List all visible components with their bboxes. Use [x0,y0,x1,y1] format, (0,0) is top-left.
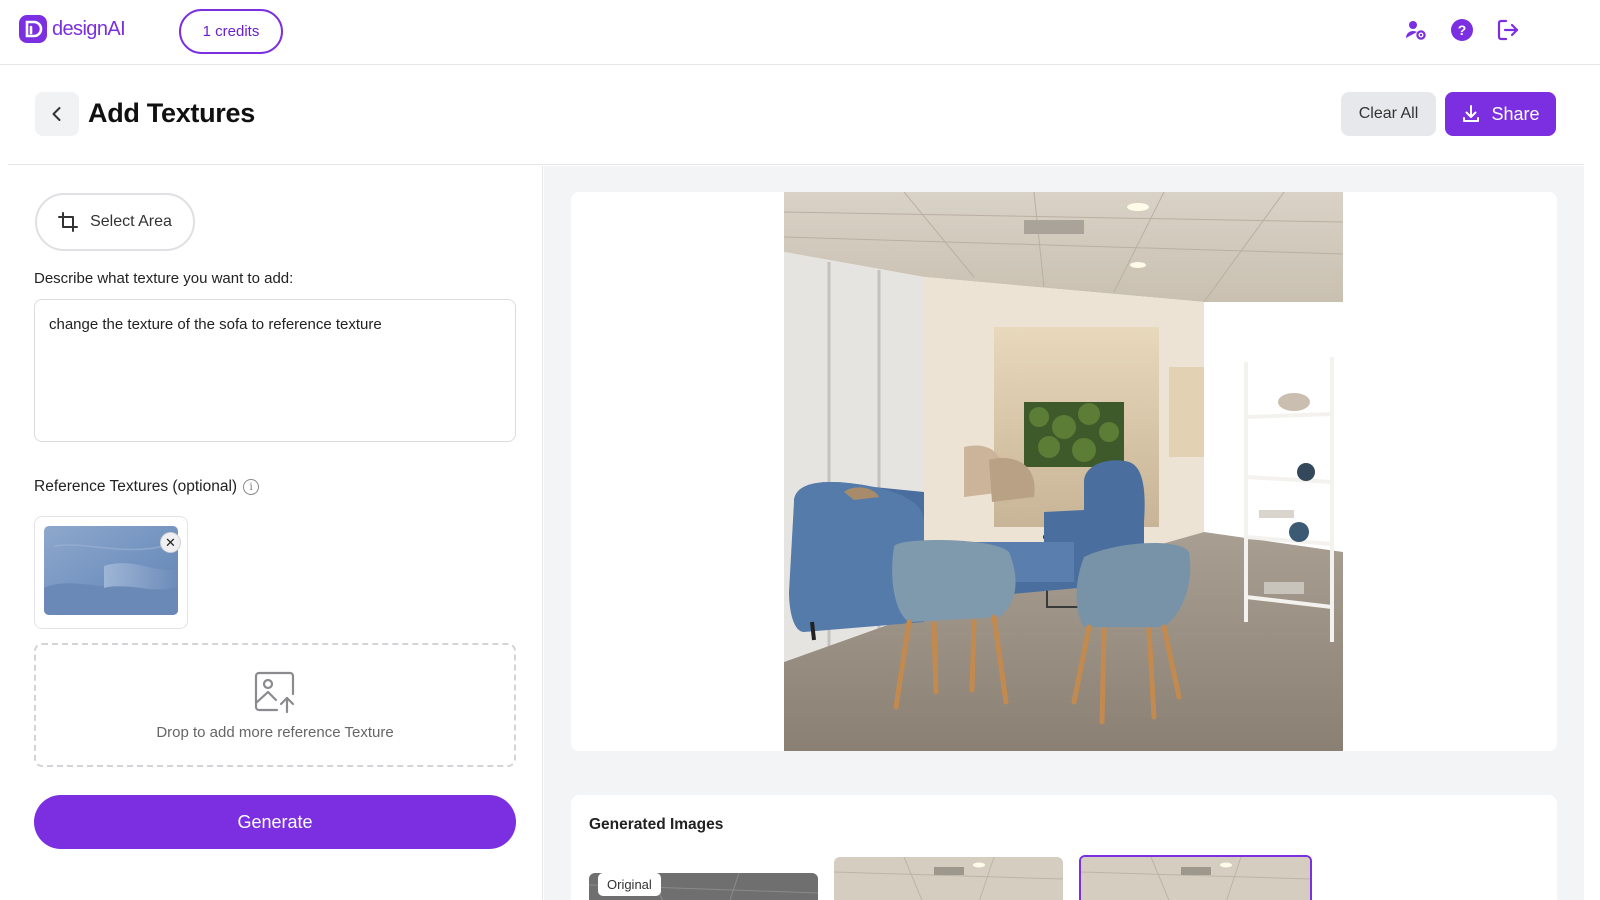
credits-badge[interactable]: 1 credits [179,9,283,54]
share-button[interactable]: Share [1445,92,1556,136]
crop-icon [58,212,79,232]
top-bar: designAI 1 credits ? [0,0,1600,65]
generated-image-thumbnail-selected[interactable] [1079,855,1312,900]
app-logo[interactable]: designAI [18,14,126,44]
reference-textures-text: Reference Textures (optional) [34,478,238,495]
room-preview-image[interactable] [784,192,1343,751]
reference-texture-thumbnail [44,526,178,615]
logout-icon[interactable] [1496,18,1520,42]
image-upload-icon [254,671,295,713]
page-header: Add Textures Clear All Share [8,65,1584,165]
reference-textures-label: Reference Textures (optional) i [34,478,260,496]
chevron-left-icon [52,107,61,121]
top-icons: ? [1404,18,1520,42]
designai-logo-icon [19,15,47,43]
reference-drop-zone[interactable]: Drop to add more reference Texture [34,643,516,767]
select-area-button[interactable]: Select Area [35,193,195,251]
left-panel: Select Area Describe what texture you wa… [8,166,543,900]
logo-text: designAI [52,17,126,40]
remove-reference-button[interactable]: ✕ [160,532,181,553]
share-label: Share [1491,103,1540,124]
generated-images-title: Generated Images [589,816,724,833]
texture-description-input[interactable]: change the texture of the sofa to refere… [34,299,516,442]
drop-zone-text: Drop to add more reference Texture [156,723,394,741]
help-icon[interactable]: ? [1450,18,1474,42]
original-image-thumbnail[interactable]: Original [589,873,818,900]
account-settings-icon[interactable] [1404,18,1428,42]
select-area-label: Select Area [90,213,172,230]
clear-all-button[interactable]: Clear All [1341,92,1436,136]
back-button[interactable] [35,92,79,136]
generated-images-panel: Generated Images Original [571,795,1557,900]
original-tag: Original [598,873,661,896]
info-icon[interactable]: i [243,479,260,495]
page-title: Add Textures [88,98,255,128]
image-canvas [571,192,1557,751]
download-icon [1463,105,1480,122]
generate-button[interactable]: Generate [34,795,516,849]
svg-text:?: ? [1458,22,1467,38]
description-label: Describe what texture you want to add: [34,270,294,287]
preview-area: Generated Images Original [544,166,1584,900]
generated-image-thumbnail[interactable] [834,857,1063,900]
